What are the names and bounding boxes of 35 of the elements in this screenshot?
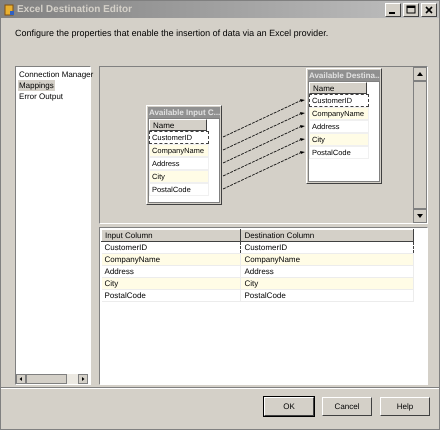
sidebar-item[interactable]: Error Output	[18, 91, 64, 102]
table-cell[interactable]: City	[102, 278, 241, 290]
dialog-button[interactable]: Cancel	[322, 397, 372, 416]
panel-title: Available Input C...	[148, 107, 220, 118]
horizontal-scrollbar[interactable]	[16, 374, 88, 384]
table-cell[interactable]: CompanyName	[102, 254, 241, 266]
panel-title: Available Destina...	[308, 70, 380, 81]
column-header[interactable]: Destination Column	[240, 230, 414, 242]
column-header[interactable]: Input Column	[102, 230, 241, 242]
minimize-icon[interactable]	[385, 2, 401, 16]
mapping-arrow[interactable]	[222, 99, 305, 138]
table-cell[interactable]: PostalCode	[102, 290, 241, 302]
mapping-arrow[interactable]	[222, 151, 305, 190]
table-cell[interactable]: CompanyName	[240, 254, 414, 266]
dialog-button[interactable]: OK	[264, 397, 314, 416]
app-icon	[3, 4, 15, 16]
dialog-button[interactable]: Help	[380, 397, 430, 416]
mapping-arrow[interactable]	[222, 125, 305, 164]
table-cell[interactable]: CustomerID	[102, 242, 241, 254]
table-cell[interactable]: Address	[240, 266, 414, 278]
table-cell[interactable]: CustomerID	[240, 242, 414, 254]
table-cell[interactable]: PostalCode	[240, 290, 414, 302]
column-header: Name	[309, 82, 367, 94]
vertical-scrollbar[interactable]	[413, 67, 427, 223]
table-cell[interactable]: City	[240, 278, 414, 290]
close-icon[interactable]	[421, 2, 437, 16]
window-title: Excel Destination Editor	[17, 4, 134, 15]
sidebar-item[interactable]: Connection Manager	[18, 69, 94, 80]
mapping-arrow[interactable]	[222, 112, 305, 150]
description-text: Configure the properties that enable the insertion of data via an Excel provider.	[15, 28, 328, 38]
sidebar-item[interactable]: Mappings	[18, 80, 55, 91]
maximize-icon[interactable]	[403, 2, 419, 16]
mapping-arrow[interactable]	[222, 138, 305, 176]
column-header: Name	[149, 119, 207, 131]
table-cell[interactable]: Address	[102, 266, 241, 278]
